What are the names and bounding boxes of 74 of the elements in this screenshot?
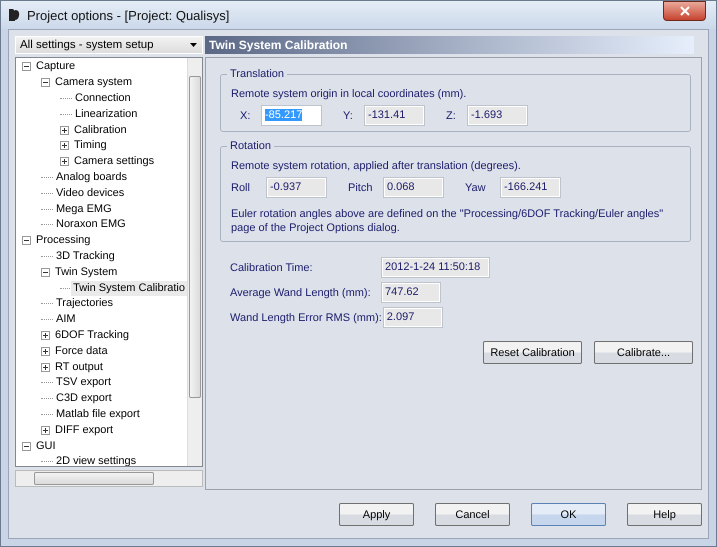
panel-button[interactable]: Reset Calibration	[483, 341, 582, 364]
input-field[interactable]: -0.937	[267, 178, 326, 197]
description: Remote system origin in local coordinates (mm).	[231, 88, 468, 100]
dialog-button[interactable]: Cancel	[435, 503, 510, 526]
tree-item[interactable]: Force data	[53, 344, 110, 359]
panel-button[interactable]: Calibrate...	[594, 341, 693, 364]
expand-icon[interactable]	[60, 126, 69, 135]
caret-icon	[190, 42, 198, 48]
input-field[interactable]: 0.068	[384, 178, 443, 197]
vertical-scrollbar[interactable]	[187, 58, 202, 466]
horizontal-scrollbar[interactable]	[15, 470, 203, 487]
dialog-button[interactable]: OK	[531, 503, 606, 526]
collapse-icon[interactable]	[22, 236, 31, 246]
input-field[interactable]: -1.693	[468, 106, 527, 125]
tree-item[interactable]: Noraxon EMG	[54, 217, 128, 232]
field-label: Pitch	[348, 182, 374, 194]
tree-item[interactable]: Capture	[34, 59, 78, 74]
collapse-icon[interactable]	[41, 268, 50, 277]
field-label: Yaw	[465, 182, 487, 194]
tree-item[interactable]: Timing	[72, 138, 109, 154]
tree-item[interactable]: Analog boards	[54, 170, 129, 185]
group-title: Translation	[229, 68, 286, 80]
close-icon	[680, 6, 690, 16]
view-dropdown[interactable]: All settings - system setup	[15, 36, 203, 54]
tree-item[interactable]: AIM	[54, 312, 78, 328]
tree-item[interactable]: Twin System Calibratio	[71, 280, 187, 296]
value-field[interactable]: 2.097	[384, 308, 442, 327]
tree-item[interactable]: Matlab file export	[54, 406, 142, 422]
group-title: Rotation	[229, 140, 272, 152]
value-field[interactable]: 747.62	[382, 283, 440, 302]
expand-icon[interactable]	[41, 362, 50, 372]
tree-item[interactable]: Calibration	[72, 122, 129, 138]
tree-item[interactable]: Camera settings	[72, 154, 156, 170]
collapse-icon[interactable]	[41, 78, 50, 88]
value-field[interactable]: 2012-1-24 11:50:18	[382, 258, 490, 277]
tree-item[interactable]: Linearization	[73, 106, 140, 122]
field-label: Z:	[446, 110, 457, 122]
field-label: X:	[240, 110, 252, 122]
input-field[interactable]: -166.241	[501, 178, 560, 197]
tree-item[interactable]: Mega EMG	[54, 202, 114, 217]
tree-item[interactable]: DIFF export	[53, 422, 116, 438]
result-label: Average Wand Length (mm):	[230, 286, 372, 298]
tree-item[interactable]: RT output	[53, 360, 105, 375]
tree-item[interactable]: Processing	[34, 233, 92, 248]
note-text: Euler rotation angles above are defined on the "Processing/6DOF Tracking/Euler angles" page of the Project Options dialog.	[231, 207, 664, 235]
collapse-icon[interactable]	[22, 442, 31, 451]
dialog-button[interactable]: Apply	[339, 503, 414, 526]
tree-item[interactable]: 3D Tracking	[54, 248, 117, 264]
result-label: Wand Length Error RMS (mm):	[230, 312, 382, 324]
result-label: Calibration Time:	[230, 262, 314, 274]
tree-item[interactable]: Connection	[73, 90, 133, 106]
tree-item[interactable]: C3D export	[54, 391, 114, 406]
expand-icon[interactable]	[41, 426, 50, 435]
page-header: Twin System Calibration	[205, 36, 694, 54]
expand-icon[interactable]	[41, 346, 50, 356]
collapse-icon[interactable]	[22, 62, 31, 72]
window-title: Project options - [Project: Qualisys]	[27, 8, 230, 22]
close-button[interactable]	[663, 1, 706, 21]
tree-item[interactable]: GUI	[34, 438, 58, 454]
tree-item[interactable]: TSV export	[54, 375, 114, 390]
input-field[interactable]: -131.41	[365, 106, 424, 125]
app-icon	[7, 7, 21, 23]
tree-item[interactable]: Trajectories	[54, 296, 116, 312]
expand-icon[interactable]	[41, 330, 50, 340]
description: Remote system rotation, applied after translation (degrees).	[231, 160, 522, 172]
field-label: Y:	[343, 110, 354, 122]
tree-item[interactable]: Video devices	[54, 186, 126, 201]
expand-icon[interactable]	[60, 157, 69, 166]
tree-item[interactable]: Camera system	[53, 75, 134, 90]
dialog-button[interactable]: Help	[627, 503, 702, 526]
tree-item[interactable]: Twin System	[53, 264, 120, 280]
field-label: Roll	[231, 182, 251, 194]
expand-icon[interactable]	[60, 141, 69, 150]
tree-item[interactable]: 6DOF Tracking	[53, 328, 131, 343]
